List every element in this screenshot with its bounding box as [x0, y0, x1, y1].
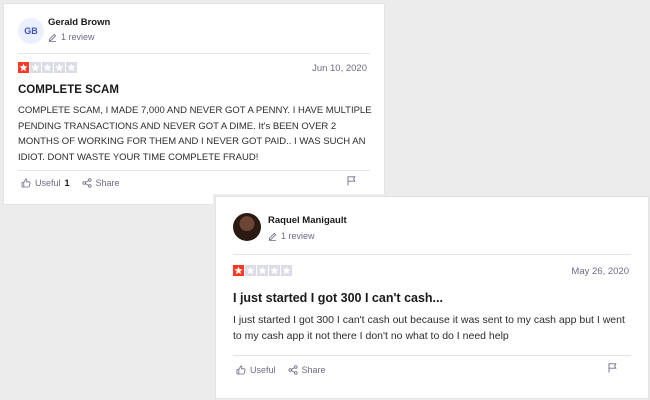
- useful-button[interactable]: Useful 1: [21, 178, 70, 188]
- review-card: Raquel Manigault 1 review May 26, 2020 I…: [215, 196, 649, 399]
- pencil-icon: [268, 232, 277, 241]
- star-rating: [233, 265, 292, 276]
- star-icon: [42, 62, 53, 73]
- useful-button[interactable]: Useful: [236, 365, 276, 375]
- useful-label: Useful: [35, 178, 61, 188]
- thumbs-up-icon: [21, 178, 31, 188]
- flag-icon[interactable]: [347, 176, 356, 186]
- star-icon: [245, 265, 256, 276]
- useful-count: 1: [64, 178, 70, 188]
- review-actions: Useful Share: [236, 365, 326, 375]
- review-count: 1 review: [48, 32, 95, 42]
- review-date: Jun 10, 2020: [312, 63, 367, 74]
- star-icon: [54, 62, 65, 73]
- star-icon: [257, 265, 268, 276]
- divider: [18, 53, 370, 54]
- star-icon: [281, 265, 292, 276]
- share-icon: [82, 178, 92, 188]
- share-icon: [288, 365, 298, 375]
- star-icon: [269, 265, 280, 276]
- review-actions: Useful 1 Share: [21, 178, 120, 188]
- thumbs-up-icon: [236, 365, 246, 375]
- pencil-icon: [48, 33, 57, 42]
- star-icon: [30, 62, 41, 73]
- reviewer-name[interactable]: Gerald Brown: [48, 17, 110, 28]
- avatar[interactable]: [233, 213, 261, 241]
- review-title[interactable]: COMPLETE SCAM: [18, 84, 119, 96]
- reviewer-name[interactable]: Raquel Manigault: [268, 215, 347, 226]
- star-rating: [18, 62, 77, 73]
- review-date: May 26, 2020: [571, 266, 629, 277]
- star-icon: [233, 265, 244, 276]
- share-button[interactable]: Share: [82, 178, 120, 188]
- share-label: Share: [301, 365, 326, 375]
- useful-label: Useful: [250, 365, 276, 375]
- star-icon: [66, 62, 77, 73]
- review-body: I just started I got 300 I can't cash ou…: [233, 314, 625, 342]
- share-label: Share: [95, 178, 120, 188]
- divider: [233, 254, 631, 255]
- review-count-label: 1 review: [61, 32, 95, 42]
- review-body: COMPLETE SCAM, I MADE 7,000 AND NEVER GO…: [18, 105, 372, 163]
- review-title[interactable]: I just started I got 300 I can't cash...: [233, 291, 443, 305]
- review-card: GB Gerald Brown 1 review Jun 10, 2020 CO…: [3, 3, 385, 205]
- share-button[interactable]: Share: [288, 365, 326, 375]
- star-icon: [18, 62, 29, 73]
- review-count: 1 review: [268, 231, 315, 241]
- divider: [233, 355, 631, 356]
- review-count-label: 1 review: [281, 231, 315, 241]
- avatar[interactable]: GB: [18, 18, 44, 44]
- flag-icon[interactable]: [608, 363, 617, 373]
- divider: [18, 170, 370, 171]
